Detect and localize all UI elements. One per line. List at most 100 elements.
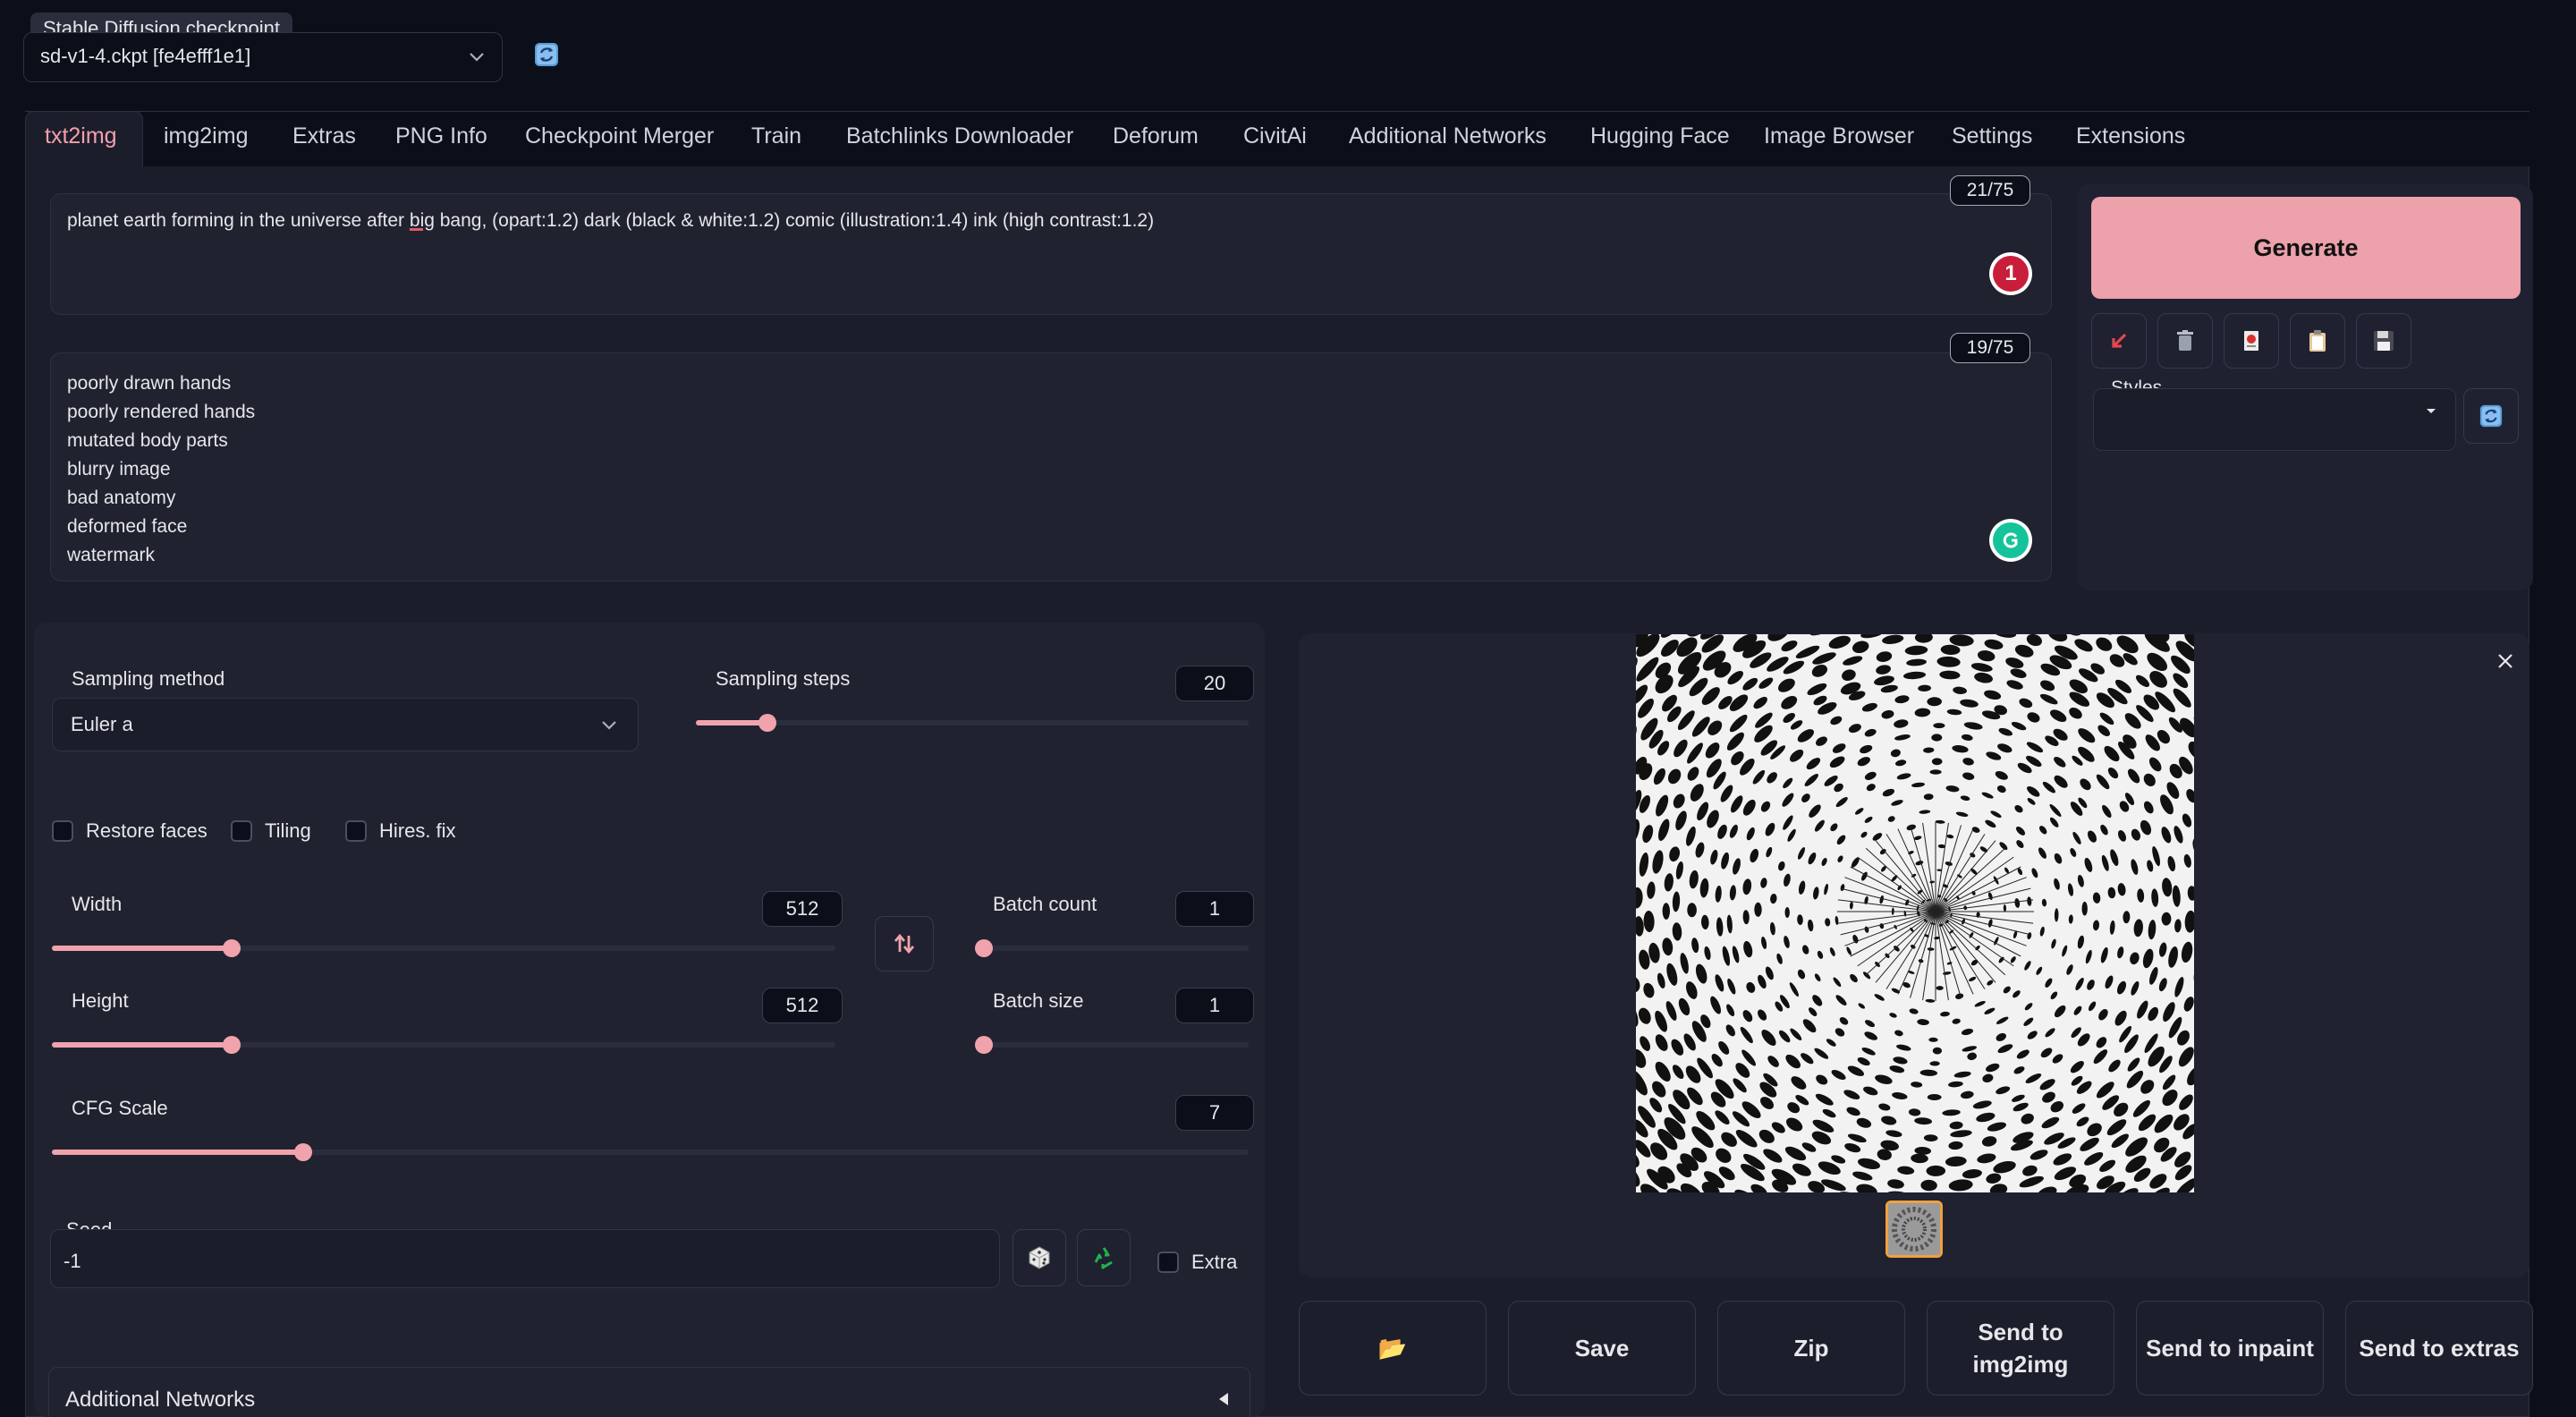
prompt-textarea[interactable]: planet earth forming in the universe aft… <box>50 193 2052 315</box>
checkpoint-dropdown[interactable]: sd-v1-4.ckpt [fe4efff1e1] <box>23 32 503 82</box>
cfg-scale-input[interactable]: 7 <box>1175 1095 1254 1131</box>
restore-faces-checkbox[interactable] <box>52 820 73 842</box>
art-ray <box>1850 911 1936 957</box>
tab-txt2img[interactable]: txt2img <box>45 123 117 149</box>
negative-prompt-textarea[interactable]: poorly drawn hands poorly rendered hands… <box>50 352 2052 581</box>
art-blob <box>1715 974 1724 992</box>
tab-settings[interactable]: Settings <box>1952 123 2032 149</box>
tab-train[interactable]: Train <box>751 123 801 149</box>
swap-dimensions-button[interactable] <box>875 916 934 972</box>
show-extra-networks-button[interactable] <box>2224 313 2279 369</box>
tab-civitai[interactable]: CivitAi <box>1243 123 1307 149</box>
refresh-icon <box>2479 404 2503 428</box>
art-blob <box>2140 819 2152 836</box>
width-slider[interactable] <box>52 939 835 957</box>
art-blob <box>2143 801 2154 814</box>
close-gallery-button[interactable] <box>2494 649 2517 673</box>
batch-size-input[interactable]: 1 <box>1175 988 1254 1023</box>
styles-dropdown[interactable] <box>2093 388 2456 451</box>
art-blob <box>1896 1044 1911 1051</box>
art-blob <box>1927 697 1942 707</box>
art-blob <box>1940 1011 1950 1017</box>
grammarly-error-badge[interactable]: 1 <box>1989 252 2032 295</box>
art-blob <box>2014 804 2023 813</box>
tab-hugging-face[interactable]: Hugging Face <box>1590 123 1730 149</box>
art-blob <box>2179 1094 2193 1110</box>
refresh-checkpoint-button[interactable] <box>533 41 560 68</box>
art-blob <box>1914 1146 1931 1155</box>
tiling-checkbox[interactable] <box>231 820 252 842</box>
read-params-button[interactable] <box>2091 313 2147 369</box>
art-blob <box>1887 816 1895 822</box>
random-seed-button[interactable] <box>1013 1229 1066 1286</box>
save-button[interactable]: Save <box>1508 1301 1696 1396</box>
art-blob <box>1847 1065 1865 1076</box>
tab-img2img[interactable]: img2img <box>164 123 248 149</box>
height-input[interactable]: 512 <box>762 988 843 1023</box>
art-blob <box>2174 977 2184 997</box>
art-blob <box>2099 1159 2116 1172</box>
cfg-scale-slider[interactable] <box>52 1143 1249 1161</box>
save-style-button[interactable] <box>2356 313 2411 369</box>
tab-batchlinks-downloader[interactable]: Batchlinks Downloader <box>846 123 1073 149</box>
art-ray <box>1935 866 2021 912</box>
hires-fix-checkbox[interactable] <box>345 820 367 842</box>
additional-networks-accordion[interactable]: Additional Networks <box>48 1367 1250 1417</box>
tab-additional-networks[interactable]: Additional Networks <box>1349 123 1546 149</box>
art-blob <box>1753 696 1767 709</box>
zip-button[interactable]: Zip <box>1717 1301 1905 1396</box>
sampling-method-label: Sampling method <box>72 667 225 690</box>
art-blob <box>2026 742 2044 753</box>
art-ray <box>1935 911 2021 957</box>
art-blob <box>1778 1030 1791 1043</box>
art-blob <box>1808 919 1814 932</box>
generate-button[interactable]: Generate <box>2091 197 2521 299</box>
sampling-method-dropdown[interactable]: Euler a <box>52 698 639 751</box>
art-blob <box>1722 946 1731 966</box>
grammarly-icon[interactable] <box>1989 519 2032 562</box>
batch-count-input[interactable]: 1 <box>1175 891 1254 927</box>
art-blob <box>1765 822 1775 836</box>
art-blob <box>1880 684 1898 693</box>
art-blob <box>2039 1079 2055 1090</box>
batch-count-slider[interactable] <box>975 939 1249 957</box>
generated-image[interactable] <box>1636 634 2194 1192</box>
art-blob <box>1680 953 1689 974</box>
send-to-inpaint-button[interactable]: Send to inpaint <box>2136 1301 2324 1396</box>
sampling-steps-input[interactable]: 20 <box>1175 666 1254 701</box>
art-blob <box>1801 793 1810 803</box>
send-to-extras-button[interactable]: Send to extras <box>2345 1301 2533 1396</box>
open-folder-button[interactable]: 📂 <box>1299 1301 1487 1396</box>
art-blob <box>1802 1019 1817 1033</box>
tab-image-browser[interactable]: Image Browser <box>1764 123 1914 149</box>
art-blob <box>2003 986 2011 994</box>
batch-size-slider[interactable] <box>975 1036 1249 1054</box>
art-blob <box>2097 725 2110 737</box>
art-blob <box>1863 1086 1878 1096</box>
send-to-img2img-button[interactable]: Send to img2img <box>1927 1301 2114 1396</box>
clear-prompt-button[interactable] <box>2157 313 2213 369</box>
tab-extras[interactable]: Extras <box>292 123 356 149</box>
reuse-seed-button[interactable] <box>1077 1229 1131 1286</box>
art-blob <box>1932 1047 1943 1055</box>
refresh-styles-button[interactable] <box>2463 388 2519 444</box>
apply-style-button[interactable] <box>2290 313 2345 369</box>
extra-seed-checkbox[interactable] <box>1157 1252 1179 1273</box>
gallery-thumbnail[interactable] <box>1885 1201 1943 1258</box>
height-slider[interactable] <box>52 1036 835 1054</box>
art-blob <box>1784 907 1790 918</box>
art-blob <box>1798 847 1805 860</box>
seed-input[interactable]: -1 <box>50 1229 1000 1288</box>
sampling-steps-slider[interactable] <box>696 714 1249 732</box>
art-blob <box>1826 1039 1836 1047</box>
tab-checkpoint-merger[interactable]: Checkpoint Merger <box>525 123 714 149</box>
width-input[interactable]: 512 <box>762 891 843 927</box>
tab-png-info[interactable]: PNG Info <box>395 123 487 149</box>
art-blob <box>2087 830 2097 843</box>
art-blob <box>1875 1074 1893 1084</box>
tab-deforum[interactable]: Deforum <box>1113 123 1199 149</box>
art-blob <box>2029 1150 2048 1160</box>
tab-extensions[interactable]: Extensions <box>2076 123 2185 149</box>
art-blob <box>1695 963 1707 984</box>
cfg-scale-label: CFG Scale <box>72 1097 168 1119</box>
